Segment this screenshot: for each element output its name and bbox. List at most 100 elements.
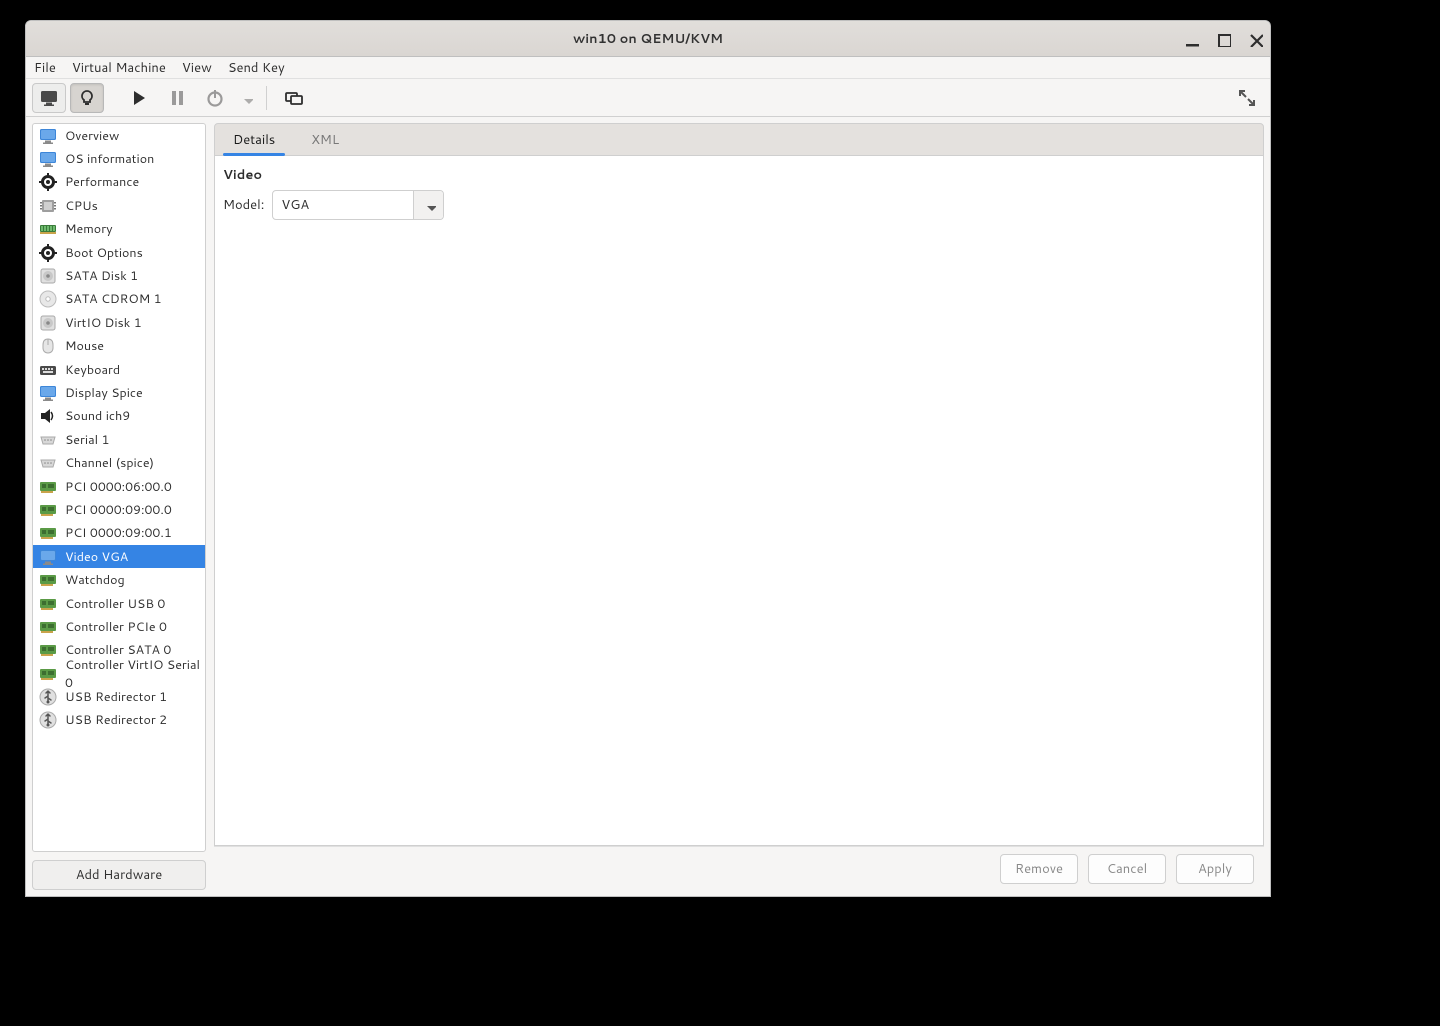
gear-black-icon bbox=[37, 244, 59, 262]
serial-icon bbox=[37, 431, 59, 449]
sidebar-item-label: Watchdog bbox=[65, 571, 125, 589]
maximize-button[interactable] bbox=[1214, 30, 1232, 48]
sidebar-item-label: Serial 1 bbox=[65, 431, 109, 449]
sidebar-item[interactable]: Boot Options bbox=[33, 241, 205, 264]
menu-send-key[interactable]: Send Key bbox=[228, 59, 285, 77]
detail-pane: Video Model: VGA bbox=[214, 156, 1264, 846]
sidebar-item[interactable]: Performance bbox=[33, 171, 205, 194]
footer: Remove Cancel Apply bbox=[214, 846, 1264, 890]
sidebar-item-label: Channel (spice) bbox=[65, 454, 154, 472]
sidebar-item[interactable]: PCI 0000:09:00.1 bbox=[33, 522, 205, 545]
sidebar-item-label: PCI 0000:06:00.0 bbox=[65, 478, 172, 496]
close-button[interactable] bbox=[1246, 30, 1264, 48]
sidebar-item[interactable]: PCI 0000:09:00.0 bbox=[33, 498, 205, 521]
sidebar-item[interactable]: Overview bbox=[33, 124, 205, 147]
ram-icon bbox=[37, 220, 59, 238]
sidebar-item[interactable]: SATA CDROM 1 bbox=[33, 288, 205, 311]
card-icon bbox=[37, 501, 59, 519]
card-icon bbox=[37, 641, 59, 659]
menu-file[interactable]: File bbox=[34, 59, 56, 77]
usb-icon bbox=[37, 688, 59, 706]
sidebar-item-label: Video VGA bbox=[65, 548, 128, 566]
sidebar-item[interactable]: Mouse bbox=[33, 335, 205, 358]
tab-bar: Details XML bbox=[214, 123, 1264, 156]
sidebar-item-label: SATA Disk 1 bbox=[65, 267, 138, 285]
menu-view[interactable]: View bbox=[182, 59, 212, 77]
model-label: Model: bbox=[223, 196, 264, 214]
sidebar-item[interactable]: Channel (spice) bbox=[33, 451, 205, 474]
disk-icon bbox=[37, 267, 59, 285]
card-icon bbox=[37, 524, 59, 542]
sidebar-item[interactable]: OS information bbox=[33, 147, 205, 170]
hardware-sidebar[interactable]: Overview OS information Performance CPUs Mem… bbox=[32, 123, 206, 852]
sidebar-column: Overview OS information Performance CPUs Mem… bbox=[32, 123, 206, 890]
sidebar-item[interactable]: VirtIO Disk 1 bbox=[33, 311, 205, 334]
fullscreen-button[interactable] bbox=[1230, 83, 1264, 113]
sidebar-item-label: PCI 0000:09:00.0 bbox=[65, 501, 172, 519]
model-combo[interactable]: VGA bbox=[272, 190, 444, 220]
sidebar-item[interactable]: SATA Disk 1 bbox=[33, 264, 205, 287]
card-icon bbox=[37, 478, 59, 496]
minimize-button[interactable] bbox=[1182, 30, 1200, 48]
menu-virtual-machine[interactable]: Virtual Machine bbox=[72, 59, 166, 77]
usb-icon bbox=[37, 711, 59, 729]
remove-button[interactable]: Remove bbox=[1000, 854, 1078, 884]
apply-button[interactable]: Apply bbox=[1176, 854, 1254, 884]
tab-details[interactable]: Details bbox=[215, 124, 293, 155]
card-icon bbox=[37, 618, 59, 636]
sidebar-item-label: VirtIO Disk 1 bbox=[65, 314, 142, 332]
sidebar-item[interactable]: Memory bbox=[33, 218, 205, 241]
sidebar-item-label: Sound ich9 bbox=[65, 407, 130, 425]
sidebar-item-label: Controller PCIe 0 bbox=[65, 618, 167, 636]
add-hardware-button[interactable]: Add Hardware bbox=[32, 860, 206, 890]
run-button[interactable] bbox=[122, 83, 156, 113]
sidebar-item-label: OS information bbox=[65, 150, 154, 168]
gear-black-icon bbox=[37, 173, 59, 191]
cancel-button[interactable]: Cancel bbox=[1088, 854, 1166, 884]
shutdown-menu-button bbox=[236, 83, 256, 113]
toolbar-separator bbox=[266, 86, 267, 110]
sidebar-item[interactable]: Display Spice bbox=[33, 381, 205, 404]
mouse-icon bbox=[37, 337, 59, 355]
sidebar-item-label: Mouse bbox=[65, 337, 104, 355]
sidebar-item[interactable]: CPUs bbox=[33, 194, 205, 217]
sidebar-item[interactable]: Sound ich9 bbox=[33, 405, 205, 428]
card-icon bbox=[37, 665, 59, 683]
sidebar-item-label: SATA CDROM 1 bbox=[65, 290, 162, 308]
sidebar-item-label: Overview bbox=[65, 127, 119, 145]
card-icon bbox=[37, 571, 59, 589]
sidebar-item[interactable]: Watchdog bbox=[33, 568, 205, 591]
toolbar bbox=[26, 79, 1270, 117]
sidebar-item-label: Performance bbox=[65, 173, 139, 191]
vm-window: win10 on QEMU/KVM File Virtual Machine V… bbox=[25, 20, 1271, 897]
serial-icon bbox=[37, 454, 59, 472]
sidebar-item-label: USB Redirector 1 bbox=[65, 688, 167, 706]
sidebar-item[interactable]: Keyboard bbox=[33, 358, 205, 381]
sidebar-item[interactable]: Controller PCIe 0 bbox=[33, 615, 205, 638]
details-view-button[interactable] bbox=[70, 83, 104, 113]
cdrom-icon bbox=[37, 290, 59, 308]
body: Overview OS information Performance CPUs Mem… bbox=[26, 117, 1270, 896]
console-view-button[interactable] bbox=[32, 83, 66, 113]
sidebar-item-label: CPUs bbox=[65, 197, 98, 215]
chevron-down-icon[interactable] bbox=[413, 191, 443, 219]
sidebar-item[interactable]: Controller VirtIO Serial 0 bbox=[33, 662, 205, 685]
sidebar-item-label: Boot Options bbox=[65, 244, 143, 262]
sidebar-item[interactable]: Video VGA bbox=[33, 545, 205, 568]
pause-button bbox=[160, 83, 194, 113]
sidebar-item-label: Controller VirtIO Serial 0 bbox=[65, 656, 201, 692]
sidebar-item[interactable]: Serial 1 bbox=[33, 428, 205, 451]
tab-xml[interactable]: XML bbox=[293, 124, 357, 155]
section-title: Video bbox=[223, 166, 1255, 184]
sidebar-item[interactable]: PCI 0000:06:00.0 bbox=[33, 475, 205, 498]
menubar: File Virtual Machine View Send Key bbox=[26, 57, 1270, 79]
monitor-blue-icon bbox=[37, 150, 59, 168]
sidebar-item[interactable]: Controller USB 0 bbox=[33, 592, 205, 615]
model-row: Model: VGA bbox=[223, 190, 1255, 220]
main-column: Details XML Video Model: VGA Remove Canc… bbox=[214, 123, 1264, 890]
shutdown-button bbox=[198, 83, 232, 113]
snapshots-button[interactable] bbox=[277, 83, 311, 113]
sidebar-item[interactable]: USB Redirector 2 bbox=[33, 709, 205, 732]
sidebar-item-label: Memory bbox=[65, 220, 113, 238]
sidebar-item-label: USB Redirector 2 bbox=[65, 711, 167, 729]
